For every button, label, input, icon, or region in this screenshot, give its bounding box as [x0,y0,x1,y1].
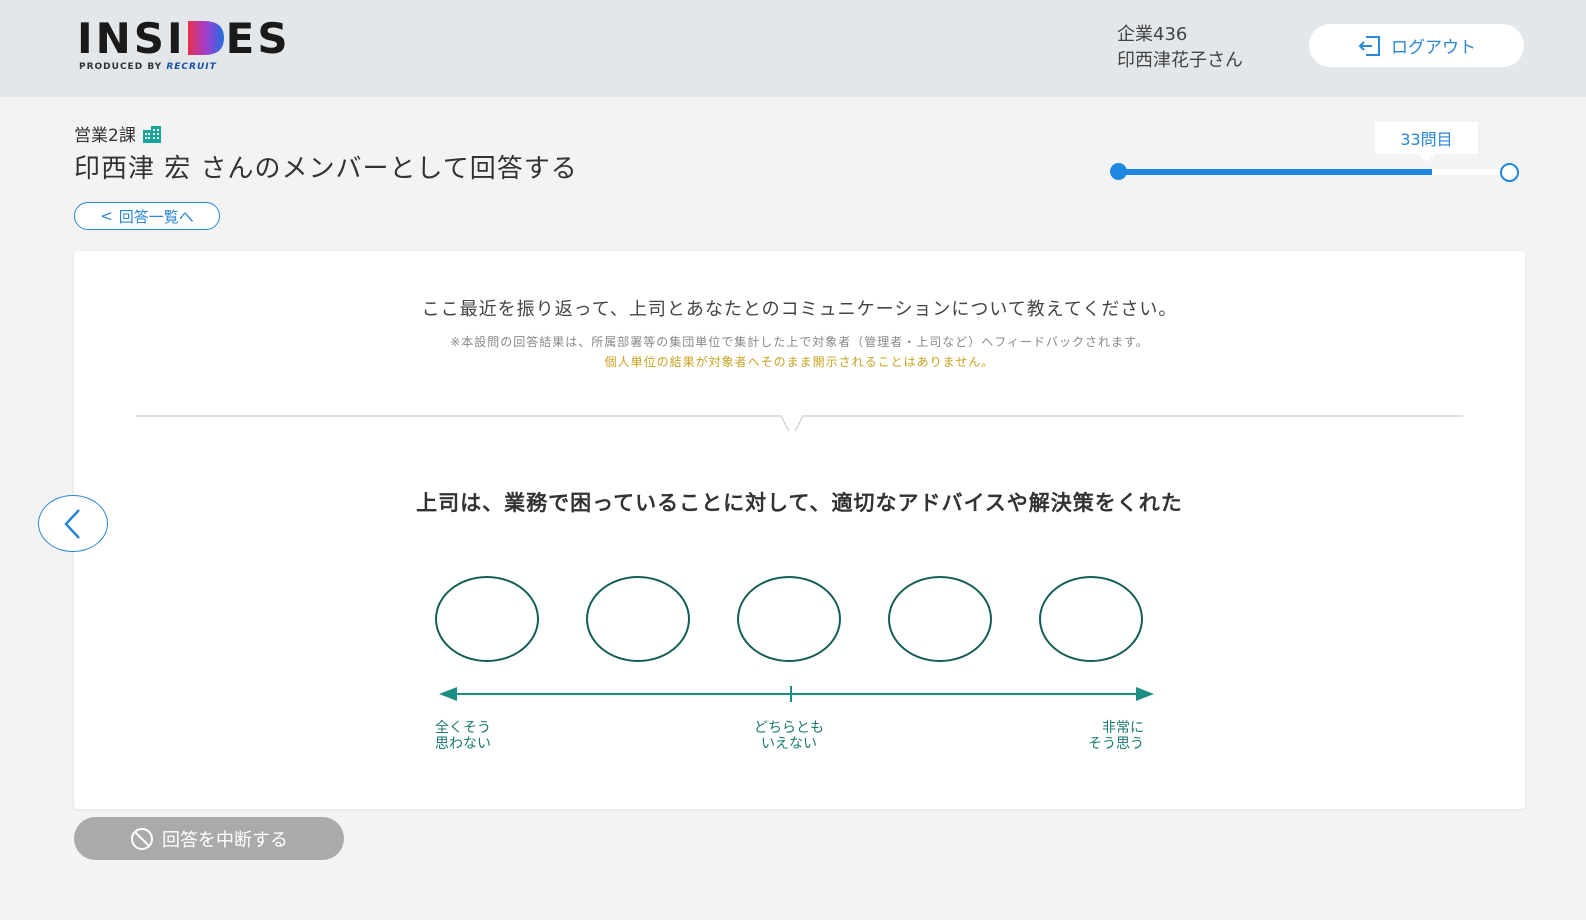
question-number-badge: 33問目 [1375,122,1478,162]
logo-wordmark: INSI ES [77,14,291,63]
scale-label-mid: どちらとも いえない [754,720,824,752]
question-text: 上司は、業務で困っていることに対して、適切なアドバイスや解決策をくれた [416,491,1183,515]
insides-logo: INSI ES PRODUCED BY RECRUIT [77,14,288,76]
choice-2[interactable] [586,576,690,662]
scale-label-high: 非常に そう思う [1088,720,1144,752]
feedback-note: ※本設問の回答結果は、所属部署等の集団単位で集計した上で対象者（管理者・上司など… [450,335,1149,349]
back-to-list-label: 回答一覧へ [118,207,194,226]
progress-start-dot [1110,163,1127,180]
progress-track [1118,169,1511,175]
logout-button[interactable]: ログアウト [1309,24,1524,67]
choice-4[interactable] [888,576,992,662]
page-title: 印西津 宏 さんのメンバーとして回答する [74,154,578,184]
scale-label-low: 全くそう 思わない [435,720,491,752]
chevron-left-icon [64,508,80,539]
department-name: 営業2課 [74,126,136,146]
logout-icon [1358,35,1380,56]
suspend-answer-button[interactable]: 回答を中断する [74,817,344,860]
logout-label: ログアウト [1391,38,1476,58]
logo-subtitle: PRODUCED BY RECRUIT [79,62,217,72]
scale-arrow [439,686,1154,702]
progress-end-dot [1500,163,1519,182]
logo-mark-icon [187,21,224,55]
progress-fill [1118,169,1433,175]
choice-1[interactable] [435,576,539,662]
user-name: 印西津花子さん [1117,50,1243,71]
company-name: 企業436 [1117,24,1188,45]
progress-indicator: 33問目 [1108,120,1519,185]
building-icon [142,125,161,143]
privacy-note: 個人単位の結果が対象者へそのまま開示されることはありません。 [604,355,995,369]
prohibit-icon [131,827,153,850]
department-label: 営業2課 [74,121,162,146]
choice-5[interactable] [1039,576,1143,662]
chevron-left-icon: < [100,207,113,225]
question-intro: ここ最近を振り返って、上司とあなたとのコミュニケーションについて教えてください。 [421,299,1178,320]
divider [136,415,1463,431]
previous-question-button[interactable] [38,495,108,552]
choice-3[interactable] [737,576,841,662]
app-header: INSI ES PRODUCED BY RECRUIT 企業436 印西津花子さん… [0,0,1586,97]
suspend-label: 回答を中断する [162,829,288,851]
back-to-list-button[interactable]: < 回答一覧へ [74,202,220,230]
question-card: ここ最近を振り返って、上司とあなたとのコミュニケーションについて教えてください。… [74,251,1525,809]
